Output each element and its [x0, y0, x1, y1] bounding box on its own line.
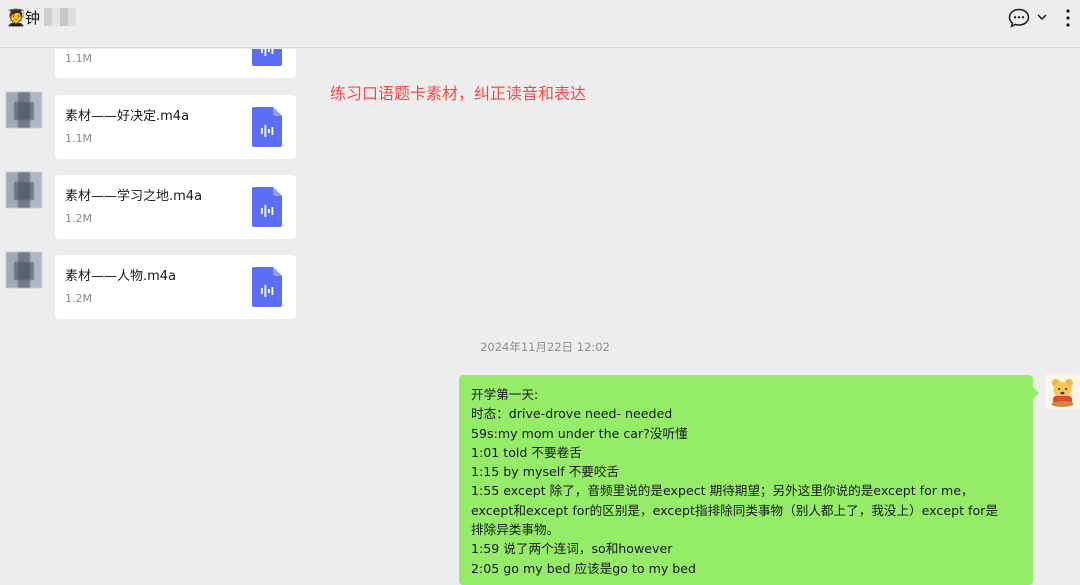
file-name: 素材——好决定.m4a — [65, 109, 190, 124]
file-name: 素材——人物.m4a — [65, 269, 177, 284]
avatar[interactable] — [6, 92, 42, 128]
audio-file-icon — [252, 267, 282, 307]
message-line: 排除异类事物。 — [471, 522, 560, 538]
contact-emoji-icon: 🧑‍🎓 — [6, 8, 26, 27]
message-line: 时态：drive-drove need- needed — [471, 406, 673, 422]
chat-bubble-icon[interactable] — [1008, 8, 1030, 28]
message-line: 开学第一天: — [471, 387, 539, 402]
message-line: 1:15 by myself 不要咬舌 — [471, 464, 620, 480]
message-line: 1:59 说了两个连词，so和however — [471, 541, 673, 557]
annotation-note: 练习口语题卡素材，纠正读音和表达 — [330, 84, 587, 103]
message-line: 1:01 told 不要卷舌 — [471, 444, 582, 460]
avatar[interactable] — [6, 172, 42, 208]
outgoing-message-bubble[interactable]: 开学第一天: 时态：drive-drove need- needed 59s:m… — [459, 375, 1039, 585]
message-line: 59s:my mom under the car?没听懂 — [471, 425, 688, 441]
audio-file-icon — [252, 107, 282, 147]
message-line: except和except for的区别是，except指排除同类事物（别人都上… — [471, 502, 998, 518]
file-message[interactable]: 素材——好决定.m4a 1.1M — [55, 95, 296, 159]
audio-file-icon — [252, 187, 282, 227]
more-vertical-icon[interactable] — [1063, 6, 1073, 30]
chat-title[interactable]: 钟 — [25, 9, 40, 27]
file-message[interactable]: 素材——学习之地.m4a 1.2M — [55, 175, 296, 239]
message-timestamp: 2024年11月22日 12:02 — [480, 340, 610, 354]
file-size: 1.2M — [65, 292, 92, 305]
file-name: 素材——学习之地.m4a — [65, 189, 203, 204]
message-line: 2:05 go my bed 应该是go to my bed — [471, 560, 697, 576]
file-size: 1.1M — [65, 132, 92, 145]
chevron-down-icon[interactable] — [1036, 12, 1048, 22]
file-message[interactable]: 素材——人物.m4a 1.2M — [55, 255, 296, 319]
message-line: 1:55 except 除了，音频里说的是expect 期待期望；另外这里你说的… — [471, 483, 974, 499]
avatar[interactable] — [6, 252, 42, 288]
redacted-name — [44, 8, 76, 26]
self-avatar[interactable] — [1045, 374, 1080, 409]
chat-header: 🧑‍🎓 钟 — [0, 0, 1080, 48]
file-size: 1.2M — [65, 212, 92, 225]
file-size: 1.1M — [65, 52, 92, 65]
